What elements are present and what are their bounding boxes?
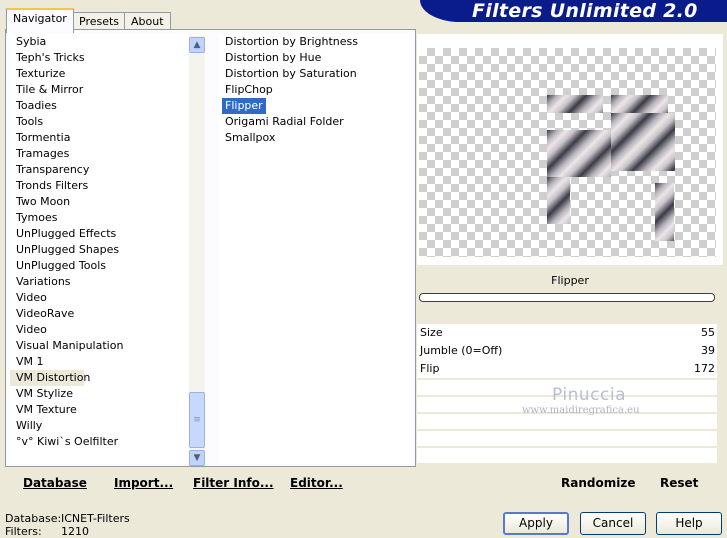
apply-button[interactable]: Apply	[503, 512, 569, 535]
scrollbar-thumb[interactable]: ≡	[189, 392, 205, 448]
filter-item-label: Smallpox	[225, 131, 276, 144]
param-value: 55	[701, 326, 715, 339]
param-empty-row	[417, 431, 717, 446]
param-label: Flip	[420, 362, 440, 375]
category-item[interactable]: VM Distortion	[10, 370, 90, 386]
param-empty-row	[417, 448, 717, 463]
filter-item-label: Flipper	[222, 98, 266, 114]
filter-item[interactable]: Origami Radial Folder	[219, 114, 409, 130]
filter-list[interactable]: Distortion by Brightness Distortion by Hu…	[219, 34, 409, 464]
category-item[interactable]: Two Moon	[10, 194, 188, 210]
watermark-url: www.maidiregrafica.eu	[522, 405, 640, 416]
category-item[interactable]: Video	[10, 290, 188, 306]
help-button[interactable]: Help	[656, 512, 722, 535]
param-label: Jumble (0=Off)	[420, 344, 503, 357]
param-jumble[interactable]: Jumble (0=Off) 39	[417, 342, 717, 360]
category-item[interactable]: Variations	[10, 274, 188, 290]
filter-item[interactable]: Flipper	[219, 98, 409, 114]
preview-tile	[547, 95, 603, 113]
import-button[interactable]: Import...	[114, 476, 173, 490]
category-item[interactable]: Tramages	[10, 146, 188, 162]
filter-item-label: FlipChop	[225, 83, 273, 96]
category-item[interactable]: Tormentia	[10, 130, 188, 146]
filter-item-label: Distortion by Hue	[225, 51, 322, 64]
category-item[interactable]: UnPlugged Tools	[10, 258, 188, 274]
reset-button[interactable]: Reset	[660, 476, 698, 490]
category-item[interactable]: VideoRave	[10, 306, 188, 322]
filter-item[interactable]: Distortion by Brightness	[219, 34, 409, 50]
filter-item-label: Distortion by Saturation	[225, 67, 357, 80]
param-value: 39	[701, 344, 715, 357]
param-flip[interactable]: Flip 172	[417, 360, 717, 378]
database-label: Database:	[5, 512, 62, 525]
filter-item[interactable]: Distortion by Saturation	[219, 66, 409, 82]
editor-button[interactable]: Editor...	[290, 476, 343, 490]
scroll-down-button[interactable]: ▼	[189, 450, 205, 466]
filter-info-button[interactable]: Filter Info...	[193, 476, 274, 490]
tab-navigator[interactable]: Navigator	[6, 8, 74, 33]
app-title: Filters Unlimited 2.0	[472, 0, 698, 22]
category-item[interactable]: °v° Kiwi`s Oelfilter	[10, 434, 188, 450]
category-item[interactable]: UnPlugged Shapes	[10, 242, 188, 258]
database-button[interactable]: Database	[23, 476, 87, 490]
filters-label: Filters:	[5, 525, 42, 538]
category-item[interactable]: Sybia	[10, 34, 188, 50]
preview-tile	[547, 177, 570, 224]
current-filter-name: Flipper	[417, 270, 723, 292]
preview-tile	[611, 113, 675, 171]
category-item[interactable]: Texturize	[10, 66, 188, 82]
category-item[interactable]: Tronds Filters	[10, 178, 188, 194]
cancel-button[interactable]: Cancel	[580, 512, 646, 535]
filter-item[interactable]: Distortion by Hue	[219, 50, 409, 66]
chevron-down-icon: ▼	[193, 453, 201, 463]
category-item[interactable]: Tile & Mirror	[10, 82, 188, 98]
param-label: Size	[420, 326, 443, 339]
category-item[interactable]: VM Stylize	[10, 386, 188, 402]
watermark-name: Pinuccia	[552, 385, 626, 405]
filter-item[interactable]: FlipChop	[219, 82, 409, 98]
filter-item[interactable]: Smallpox	[219, 130, 409, 146]
param-value: 172	[694, 362, 715, 375]
category-list[interactable]: Sybia Teph's Tricks Texturize Tile & Mirror…	[10, 34, 188, 464]
grip-icon: ≡	[193, 415, 201, 425]
filter-item-label: Origami Radial Folder	[225, 115, 344, 128]
category-item[interactable]: Teph's Tricks	[10, 50, 188, 66]
filters-count: 1210	[61, 525, 89, 538]
preview-tile	[547, 130, 611, 177]
category-item[interactable]: VM 1	[10, 354, 188, 370]
category-item[interactable]: Transparency	[10, 162, 188, 178]
category-item[interactable]: Tools	[10, 114, 188, 130]
preview-tile	[655, 183, 674, 241]
category-item[interactable]: VM Texture	[10, 402, 188, 418]
category-item[interactable]: Tymoes	[10, 210, 188, 226]
category-item[interactable]: Toadies	[10, 98, 188, 114]
category-item[interactable]: Visual Manipulation	[10, 338, 188, 354]
preview-tile	[611, 95, 668, 113]
scroll-up-button[interactable]: ▲	[189, 37, 205, 53]
randomize-button[interactable]: Randomize	[561, 476, 635, 490]
category-item[interactable]: Video	[10, 322, 188, 338]
filter-item-label: Distortion by Brightness	[225, 35, 358, 48]
chevron-up-icon: ▲	[193, 40, 201, 50]
progress-bar	[419, 293, 715, 302]
category-item[interactable]: Willy	[10, 418, 188, 434]
param-empty-row	[417, 414, 717, 429]
database-value: ICNET-Filters	[61, 512, 130, 525]
category-item[interactable]: UnPlugged Effects	[10, 226, 188, 242]
param-size[interactable]: Size 55	[417, 324, 717, 342]
